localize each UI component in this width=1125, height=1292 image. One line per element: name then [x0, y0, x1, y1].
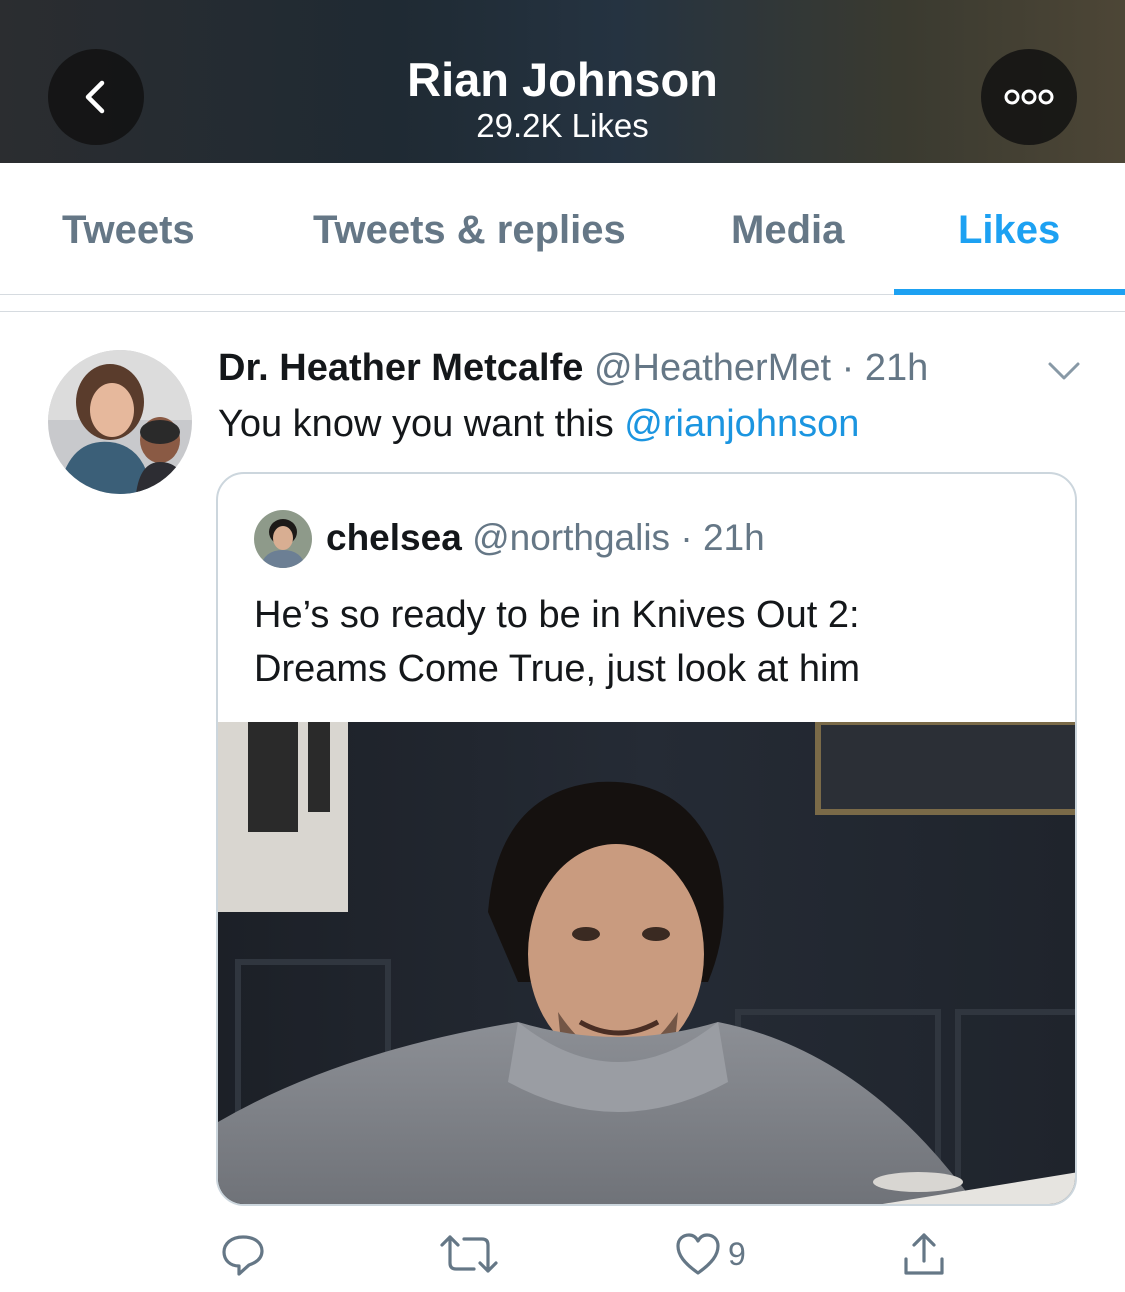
quoted-tweet-time: 21h	[702, 517, 765, 558]
section-divider	[0, 296, 1125, 312]
reply-button[interactable]	[218, 1228, 268, 1280]
share-icon	[904, 1233, 944, 1275]
active-tab-indicator	[894, 289, 1125, 295]
quoted-tweet-card[interactable]: chelsea @northgalis · 21h He’s so ready …	[216, 472, 1077, 1206]
tab-tweets[interactable]: Tweets	[62, 205, 195, 255]
quoted-author-name: chelsea	[326, 517, 462, 558]
profile-name: Rian Johnson	[407, 53, 718, 106]
quoted-time-separator: ·	[680, 517, 693, 558]
tweet-header: Dr. Heather Metcalfe @HeatherMet · 21h	[218, 344, 928, 392]
tweet-body: You know you want this	[218, 403, 625, 445]
tweet-time: 21h	[864, 347, 929, 389]
quoted-author-avatar	[254, 510, 312, 568]
author-name[interactable]: Dr. Heather Metcalfe	[218, 347, 583, 389]
quoted-author-handle: @northgalis	[472, 517, 671, 558]
likes-count: 29.2K Likes	[476, 107, 649, 144]
author-avatar[interactable]	[48, 350, 192, 494]
tweet-text: You know you want this @rianjohnson	[218, 400, 859, 448]
reply-icon	[222, 1235, 264, 1276]
tab-tweets-and-replies[interactable]: Tweets & replies	[313, 205, 626, 255]
retweet-button[interactable]	[438, 1228, 500, 1280]
like-button[interactable]: 9	[674, 1228, 746, 1280]
chevron-down-icon[interactable]	[1044, 356, 1084, 386]
more-horizontal-icon	[1004, 89, 1054, 105]
quoted-tweet-header: chelsea @northgalis · 21h	[326, 514, 765, 562]
mention-link[interactable]: @rianjohnson	[624, 403, 859, 445]
more-button[interactable]	[981, 49, 1077, 145]
author-handle[interactable]: @HeatherMet	[594, 347, 831, 389]
quoted-text-line: He’s so ready to be in Knives Out 2:	[254, 594, 860, 636]
like-count: 9	[728, 1235, 746, 1272]
profile-header: Rian Johnson 29.2K Likes	[0, 0, 1125, 163]
tab-likes[interactable]: Likes	[958, 205, 1060, 255]
profile-tabs: Tweets Tweets & replies Media Likes	[0, 163, 1125, 295]
retweet-icon	[440, 1235, 498, 1273]
tab-media[interactable]: Media	[731, 205, 844, 255]
quoted-tweet-text: He’s so ready to be in Knives Out 2: Dre…	[254, 588, 1034, 696]
heart-icon	[676, 1233, 720, 1275]
quoted-text-line: Dreams Come True, just look at him	[254, 648, 861, 690]
time-separator: ·	[841, 347, 855, 389]
share-button[interactable]	[900, 1228, 948, 1280]
quoted-tweet-photo[interactable]	[218, 722, 1075, 1204]
